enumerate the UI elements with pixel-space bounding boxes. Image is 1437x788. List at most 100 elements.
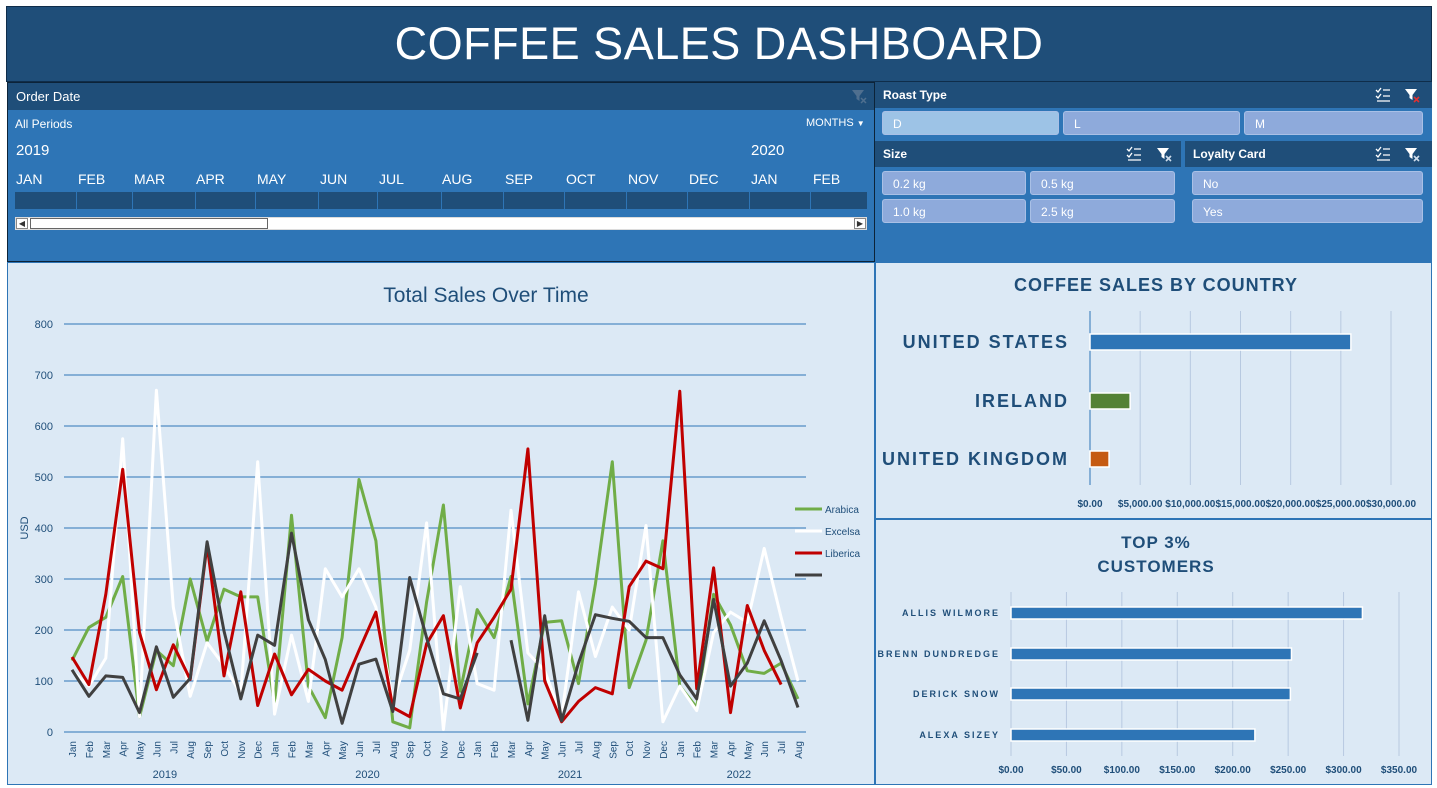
x-tick-label: Oct xyxy=(220,741,231,757)
x-tick-label: $25,000.00 xyxy=(1316,499,1366,510)
bar xyxy=(1010,687,1292,701)
timeline-month-label[interactable]: FEB xyxy=(813,171,840,187)
legend-label: Arabica xyxy=(825,505,859,516)
series-line xyxy=(70,389,783,724)
x-tick-label: Dec xyxy=(456,741,467,759)
timeline-month-label[interactable]: JUN xyxy=(320,171,347,187)
timeline-month-label[interactable]: FEB xyxy=(78,171,105,187)
category-label: ALLIS WILMORE xyxy=(902,608,1000,618)
x-tick-label: Jul xyxy=(575,741,586,754)
timeline-range-bar[interactable] xyxy=(15,192,867,209)
x-tick-label: $200.00 xyxy=(1215,765,1252,776)
x-tick-label: May xyxy=(338,741,349,760)
x-tick-label: May xyxy=(743,741,754,760)
clear-filter-icon[interactable] xyxy=(1156,146,1172,162)
timeline-month-label[interactable]: MAY xyxy=(257,171,286,187)
sales-over-time-chart: Total Sales Over Time 0 100 200 300 400 500 600… xyxy=(19,284,860,781)
chart-title: COFFEE SALES BY COUNTRY xyxy=(1014,275,1298,295)
x-tick-label: Feb xyxy=(693,741,704,759)
x-tick-label: Dec xyxy=(659,741,670,759)
size-option-1-0kg[interactable]: 1.0 kg xyxy=(882,199,1026,223)
x-tick-label: Aug xyxy=(186,741,197,759)
clear-filter-icon[interactable] xyxy=(851,88,867,104)
timeline-tick xyxy=(441,192,442,209)
x-tick-label: Mar xyxy=(507,740,518,758)
roast-option-m[interactable]: M xyxy=(1244,111,1423,135)
x-tick-label: Jun xyxy=(355,741,366,757)
clear-filter-icon[interactable] xyxy=(1404,146,1420,162)
timeline-header: Order Date xyxy=(8,83,874,110)
roast-type-header: Roast Type xyxy=(875,82,1432,108)
timeline-month-label[interactable]: APR xyxy=(196,171,225,187)
x-tick-label: $0.00 xyxy=(1077,499,1102,510)
x-year-label: 2021 xyxy=(558,769,582,781)
size-option-2-5kg[interactable]: 2.5 kg xyxy=(1030,199,1175,223)
y-tick-label: 0 xyxy=(47,727,53,739)
x-tick-label: Oct xyxy=(423,741,434,757)
timeline-year-start: 2019 xyxy=(16,142,50,159)
roast-option-d[interactable]: D xyxy=(882,111,1059,135)
size-option-0-2kg[interactable]: 0.2 kg xyxy=(882,171,1026,195)
timeline-unit-dropdown[interactable]: MONTHS ▼ xyxy=(806,117,865,129)
x-tick-label: $150.00 xyxy=(1159,765,1196,776)
timeline-tick xyxy=(377,192,378,209)
timeline-month-label[interactable]: JUL xyxy=(379,171,404,187)
bar xyxy=(1010,606,1364,620)
x-tick-label: $50.00 xyxy=(1051,765,1082,776)
timeline-month-label[interactable]: AUG xyxy=(442,171,472,187)
loyalty-option-yes[interactable]: Yes xyxy=(1192,199,1423,223)
x-tick-label: $250.00 xyxy=(1270,765,1307,776)
category-label: IRELAND xyxy=(975,391,1069,411)
loyalty-option-no[interactable]: No xyxy=(1192,171,1423,195)
timeline-month-label[interactable]: OCT xyxy=(566,171,596,187)
x-tick-label: $0.00 xyxy=(998,765,1023,776)
multi-select-icon[interactable] xyxy=(1375,87,1391,103)
x-tick-label: Dec xyxy=(254,741,265,759)
timeline-month-label[interactable]: MAR xyxy=(134,171,165,187)
timeline-scrollbar[interactable]: ◀ ▶ xyxy=(15,217,867,230)
y-tick-label: 200 xyxy=(35,625,53,637)
category-label: ALEXA SIZEY xyxy=(919,730,1000,740)
scrollbar-thumb[interactable] xyxy=(30,218,268,229)
x-tick-label: Feb xyxy=(287,741,298,759)
clear-filter-icon[interactable] xyxy=(1404,87,1420,103)
category-label: UNITED STATES xyxy=(903,332,1069,352)
x-tick-label: May xyxy=(541,741,552,760)
x-tick-label: Aug xyxy=(591,741,602,759)
order-date-timeline[interactable]: Order Date All Periods MONTHS ▼ 2019 202… xyxy=(7,82,875,262)
roast-option-l[interactable]: L xyxy=(1063,111,1240,135)
x-tick-label: Jan xyxy=(68,741,79,757)
x-tick-label: Apr xyxy=(524,740,535,756)
timeline-period-label: All Periods xyxy=(15,117,73,131)
y-tick-label: 700 xyxy=(35,370,53,382)
timeline-month-label[interactable]: SEP xyxy=(505,171,533,187)
y-axis-label: USD xyxy=(19,516,31,539)
multi-select-icon[interactable] xyxy=(1375,146,1391,162)
scroll-right-icon[interactable]: ▶ xyxy=(854,218,866,229)
timeline-month-label[interactable]: NOV xyxy=(628,171,658,187)
x-tick-label: Apr xyxy=(726,740,737,756)
x-tick-label: $5,000.00 xyxy=(1118,499,1163,510)
timeline-tick xyxy=(255,192,256,209)
multi-select-icon[interactable] xyxy=(1126,146,1142,162)
x-tick-label: Jul xyxy=(372,741,383,754)
bar xyxy=(1089,333,1352,351)
x-tick-label: Apr xyxy=(321,740,332,756)
size-option-0-5kg[interactable]: 0.5 kg xyxy=(1030,171,1175,195)
x-tick-label: Feb xyxy=(85,741,96,759)
timeline-month-label[interactable]: JAN xyxy=(16,171,42,187)
category-label: UNITED KINGDOM xyxy=(882,449,1069,469)
bar xyxy=(1010,728,1256,742)
timeline-tick xyxy=(810,192,811,209)
x-tick-label: Nov xyxy=(439,741,450,759)
timeline-month-label[interactable]: JAN xyxy=(751,171,777,187)
top-customers-panel: TOP 3% CUSTOMERS $0.00 $50.00 $100.00 $150.00… xyxy=(875,519,1432,785)
timeline-tick xyxy=(749,192,750,209)
timeline-unit-label: MONTHS xyxy=(806,117,854,129)
scroll-left-icon[interactable]: ◀ xyxy=(16,218,28,229)
x-tick-label: $30,000.00 xyxy=(1366,499,1416,510)
x-tick-label: Mar xyxy=(710,740,721,758)
x-tick-label: Sep xyxy=(203,741,214,759)
x-tick-label: Feb xyxy=(490,741,501,759)
timeline-month-label[interactable]: DEC xyxy=(689,171,719,187)
